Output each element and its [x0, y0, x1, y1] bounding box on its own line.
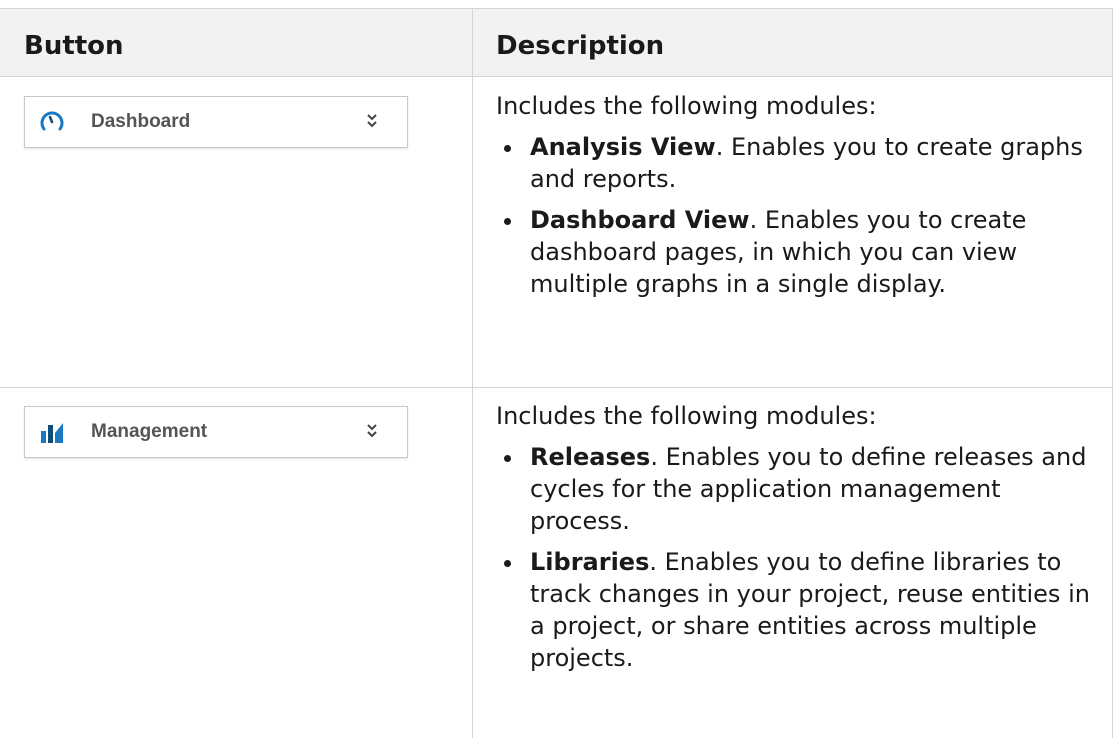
module-term: Libraries	[530, 548, 650, 576]
header-divider	[0, 76, 1113, 77]
table-header-row: Button Description	[0, 8, 1113, 76]
double-chevron-down-icon	[367, 424, 377, 438]
list-item: Analysis View. Enables you to create gra…	[504, 131, 1106, 195]
dashboard-intro: Includes the following modules:	[496, 92, 877, 120]
column-divider	[472, 8, 473, 738]
management-module-list: Releases. Enables you to define releases…	[496, 441, 1106, 674]
table-top-border	[0, 8, 1113, 9]
modules-table: Button Description Dashboard Includes th…	[0, 8, 1113, 738]
dashboard-description: Includes the following modules: Analysis…	[496, 90, 1106, 309]
management-description: Includes the following modules: Releases…	[496, 400, 1106, 683]
management-intro: Includes the following modules:	[496, 402, 877, 430]
dashboard-button[interactable]: Dashboard	[24, 96, 408, 148]
dashboard-gauge-icon	[40, 111, 64, 131]
dashboard-button-label: Dashboard	[91, 111, 191, 132]
row-divider	[0, 387, 1113, 388]
header-button: Button	[24, 31, 124, 61]
management-button-label: Management	[91, 421, 208, 442]
management-bar-chart-icon	[41, 423, 63, 443]
list-item: Releases. Enables you to define releases…	[504, 441, 1106, 537]
dashboard-module-list: Analysis View. Enables you to create gra…	[496, 131, 1106, 300]
module-term: Analysis View	[530, 133, 716, 161]
header-description: Description	[496, 31, 665, 61]
list-item: Dashboard View. Enables you to create da…	[504, 204, 1106, 300]
double-chevron-down-icon	[367, 114, 377, 128]
module-term: Releases	[530, 443, 651, 471]
management-button[interactable]: Management	[24, 406, 408, 458]
module-term: Dashboard View	[530, 206, 750, 234]
list-item: Libraries. Enables you to define librari…	[504, 546, 1106, 674]
